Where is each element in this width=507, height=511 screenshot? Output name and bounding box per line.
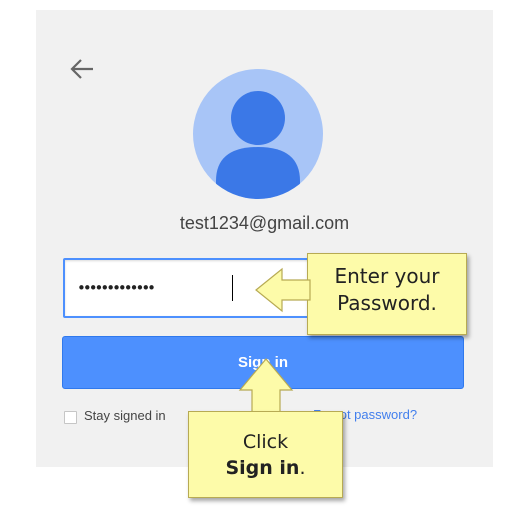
account-email: test1234@gmail.com [179, 213, 350, 233]
signin-callout-line2: Sign in. [189, 455, 342, 481]
signin-callout: Click Sign in. [188, 411, 343, 498]
password-value[interactable]: ••••••••••••• [77, 279, 156, 297]
up-pointer-arrow-icon [238, 358, 294, 415]
password-callout-line1: Enter your [334, 264, 440, 288]
text-caret [232, 275, 233, 301]
stay-signed-in-label[interactable]: Stay signed in [84, 408, 166, 423]
password-callout-line2: Password. [337, 291, 437, 315]
stay-signed-in-checkbox[interactable] [64, 411, 77, 424]
avatar [193, 69, 323, 199]
password-callout: Enter your Password. [307, 253, 467, 335]
back-arrow-icon[interactable] [68, 56, 96, 82]
signin-callout-line1: Click [242, 431, 289, 453]
signin-callout-suffix: . [299, 457, 306, 479]
left-pointer-arrow-icon [255, 267, 311, 313]
user-silhouette-icon [216, 91, 300, 199]
signin-callout-bold: Sign in [225, 457, 300, 479]
